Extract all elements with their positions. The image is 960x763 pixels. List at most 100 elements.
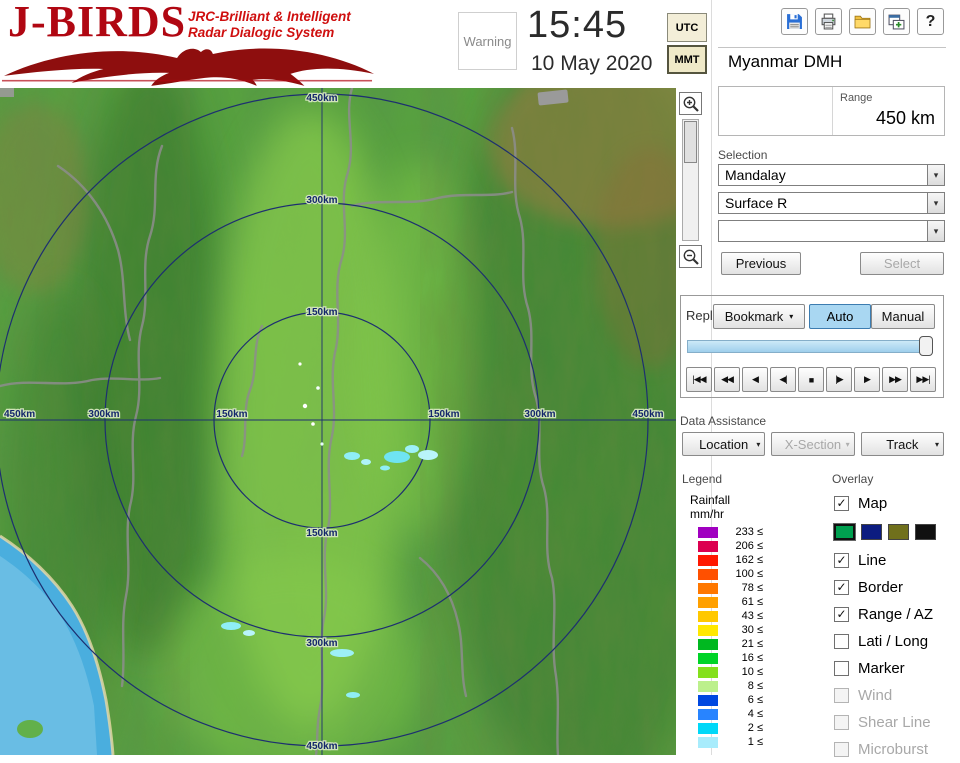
map-color-swatch[interactable]: [833, 523, 856, 541]
data-assistance-buttons: Location ▾ X-Section ▾ Track ▾: [682, 432, 944, 456]
select-button[interactable]: Select: [860, 252, 944, 275]
auto-mode-button[interactable]: Auto: [809, 304, 871, 329]
legend-value: 4 ≤: [747, 708, 763, 720]
selection-dropdown[interactable]: ▾: [718, 220, 945, 242]
checkbox[interactable]: [834, 661, 849, 676]
overlay-item-range-az[interactable]: ✓ Range / AZ: [834, 601, 956, 628]
overlay-item-label: Range / AZ: [858, 606, 934, 623]
checkbox[interactable]: ✓: [834, 496, 849, 511]
assist-x-section-button[interactable]: X-Section ▾: [771, 432, 855, 456]
print-button[interactable]: [815, 8, 842, 35]
checkbox[interactable]: ✓: [834, 553, 849, 568]
map-color-swatch[interactable]: [915, 524, 936, 540]
legend-row: 16 ≤: [698, 651, 763, 665]
playback-button[interactable]: |▶: [826, 367, 852, 392]
playback-button[interactable]: ▶: [854, 367, 880, 392]
legend-value: 1 ≤: [747, 736, 763, 748]
legend-color-swatch: [698, 680, 718, 692]
assist-track-button[interactable]: Track ▾: [860, 432, 944, 456]
svg-text:450km: 450km: [4, 409, 35, 420]
svg-text:300km: 300km: [306, 195, 337, 206]
overlay-item-lati-long[interactable]: Lati / Long: [834, 628, 956, 655]
legend-value: 21 ≤: [741, 638, 763, 650]
playback-controls: |◀◀ ◀◀ ◀ ◀| ■ |▶ ▶ ▶▶ ▶▶|: [686, 367, 936, 392]
selection-dropdown[interactable]: Mandalay ▾: [718, 164, 945, 186]
legend-color-swatch: [698, 736, 718, 748]
warning-button[interactable]: Warning: [458, 12, 517, 70]
capture-icon: [888, 14, 905, 30]
chevron-down-icon[interactable]: ▾: [927, 193, 944, 213]
overlay-item-microburst[interactable]: Microburst: [834, 736, 956, 763]
chevron-down-icon: ▾: [845, 439, 850, 449]
legend-row: 8 ≤: [698, 679, 763, 693]
radar-map-view[interactable]: 450km 300km 150km 450km 300km 150km 150k…: [0, 88, 676, 755]
svg-text:150km: 150km: [216, 409, 247, 420]
checkbox[interactable]: [834, 634, 849, 649]
overlay-item-line[interactable]: ✓ Line: [834, 547, 956, 574]
save-button[interactable]: [781, 8, 808, 35]
legend-row: 61 ≤: [698, 595, 763, 609]
overlay-item-border[interactable]: ✓ Border: [834, 574, 956, 601]
mmt-toggle-button[interactable]: MMT: [667, 45, 707, 74]
manual-mode-button[interactable]: Manual: [871, 304, 935, 329]
playback-button[interactable]: ■: [798, 367, 824, 392]
playback-button[interactable]: ▶▶|: [910, 367, 936, 392]
svg-text:450km: 450km: [632, 409, 663, 420]
legend-color-swatch: [698, 596, 718, 608]
legend-color-swatch: [698, 526, 718, 538]
legend-color-swatch: [698, 652, 718, 664]
playback-button[interactable]: ◀: [742, 367, 768, 392]
zoom-out-button[interactable]: [679, 245, 702, 268]
legend-color-swatch: [698, 638, 718, 650]
previous-button[interactable]: Previous: [721, 252, 801, 275]
help-button[interactable]: ?: [917, 8, 944, 35]
replay-slider-handle[interactable]: [919, 336, 933, 356]
zoom-slider-thumb[interactable]: [684, 121, 697, 163]
range-display: Range 450 km: [718, 86, 945, 136]
chevron-down-icon[interactable]: ▾: [927, 221, 944, 241]
legend-scale: 233 ≤ 206 ≤ 162 ≤ 100 ≤ 78 ≤ 61 ≤ 43 ≤ 30 ≤ 21 ≤…: [698, 525, 763, 749]
checkbox[interactable]: [834, 688, 849, 703]
data-assistance-label: Data Assistance: [680, 414, 767, 428]
utc-toggle-button[interactable]: UTC: [667, 13, 707, 42]
chevron-down-icon[interactable]: ▾: [927, 165, 944, 185]
bookmark-button[interactable]: Bookmark ▾: [713, 304, 805, 329]
zoom-in-button[interactable]: [679, 92, 702, 115]
panel-rule: [718, 47, 946, 48]
svg-text:300km: 300km: [524, 409, 555, 420]
range-label: Range: [840, 92, 873, 104]
checkbox[interactable]: ✓: [834, 607, 849, 622]
legend-color-swatch: [698, 540, 718, 552]
playback-button[interactable]: ◀◀: [714, 367, 740, 392]
replay-panel: Replay Bookmark ▾ Auto Manual |◀◀ ◀◀ ◀ ◀| ■ |…: [680, 295, 944, 398]
overlay-item-marker[interactable]: Marker: [834, 655, 956, 682]
capture-button[interactable]: [883, 8, 910, 35]
warning-label: Warning: [463, 33, 512, 49]
zoom-slider[interactable]: [682, 119, 699, 241]
print-icon: [821, 13, 836, 30]
playback-button[interactable]: |◀◀: [686, 367, 712, 392]
svg-text:300km: 300km: [88, 409, 119, 420]
overlay-item-shear-line[interactable]: Shear Line: [834, 709, 956, 736]
overlay-item-label: Line: [858, 552, 887, 569]
replay-timeline-slider[interactable]: [687, 340, 933, 353]
map-color-swatch[interactable]: [888, 524, 909, 540]
playback-button[interactable]: ▶▶: [882, 367, 908, 392]
checkbox[interactable]: ✓: [834, 580, 849, 595]
overlay-item-map[interactable]: ✓ Map: [834, 490, 956, 517]
svg-text:450km: 450km: [306, 741, 337, 752]
clock-date: 10 May 2020: [531, 52, 653, 75]
selection-dropdown[interactable]: Surface R ▾: [718, 192, 945, 214]
zoom-in-icon: [683, 96, 699, 112]
overlay-item-wind[interactable]: Wind: [834, 682, 956, 709]
playback-button[interactable]: ◀|: [770, 367, 796, 392]
map-artifact: [0, 88, 14, 97]
open-folder-button[interactable]: [849, 8, 876, 35]
legend-value: 2 ≤: [747, 722, 763, 734]
map-color-swatch[interactable]: [861, 524, 882, 540]
radar-map[interactable]: 450km 300km 150km 450km 300km 150km 150k…: [0, 88, 676, 755]
svg-text:300km: 300km: [306, 638, 337, 649]
range-value: 450 km: [875, 108, 935, 128]
assist-location-button[interactable]: Location ▾: [682, 432, 766, 456]
checkbox[interactable]: [834, 715, 849, 730]
